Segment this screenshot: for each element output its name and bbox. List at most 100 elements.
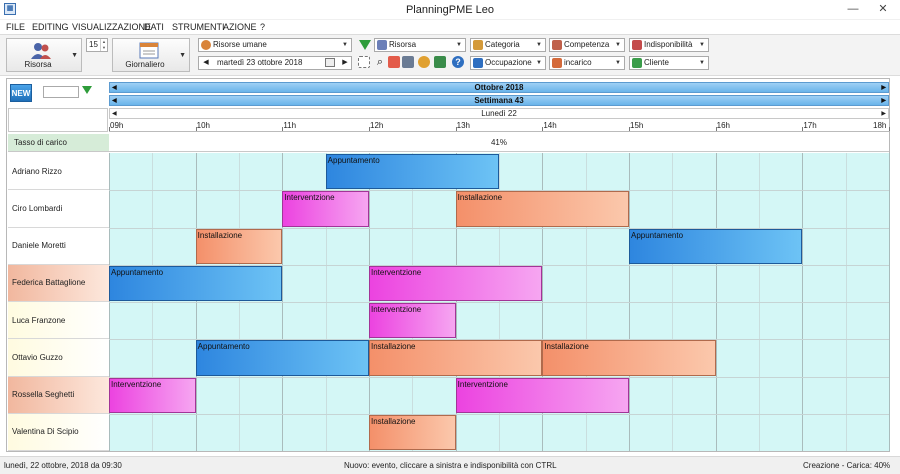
funnel-icon[interactable] bbox=[358, 38, 372, 52]
day-label: Lunedì 22 bbox=[481, 109, 517, 118]
hour-label: 14h bbox=[543, 121, 557, 130]
occupation-icon bbox=[473, 58, 483, 68]
interval-value: 15 bbox=[89, 40, 98, 49]
event-block[interactable]: Interventzione bbox=[282, 191, 369, 227]
month-header[interactable]: ◀ Ottobre 2018 ▶ bbox=[109, 82, 889, 93]
week-header[interactable]: ◀ Settimana 43 ▶ bbox=[109, 95, 889, 106]
next-week-icon[interactable]: ▶ bbox=[881, 96, 886, 106]
filter-competenza[interactable]: Competenza ▼ bbox=[549, 38, 625, 52]
status-hint: Nuovo: evento, cliccare a sinistra e ind… bbox=[344, 461, 557, 470]
event-block[interactable]: Interventzione bbox=[109, 377, 196, 413]
daily-view-label: Giornaliero bbox=[125, 60, 165, 69]
event-block[interactable]: Installazione bbox=[369, 414, 456, 450]
filter-occupazione[interactable]: Occupazione ▼ bbox=[470, 56, 546, 70]
menu-help[interactable]: ? bbox=[260, 22, 265, 32]
minimize-icon[interactable]: — bbox=[838, 0, 868, 20]
event-block[interactable]: Installazione bbox=[455, 191, 629, 227]
filter-risorsa[interactable]: Risorsa ▼ bbox=[374, 38, 466, 52]
hour-tick bbox=[455, 127, 457, 131]
stepper-arrows-icon[interactable]: ▲ ▼ bbox=[100, 39, 107, 51]
daily-view-button[interactable]: Giornaliero ▼ bbox=[112, 38, 190, 72]
hour-label: 10h bbox=[196, 121, 211, 130]
event-block[interactable]: Installazione bbox=[369, 340, 543, 376]
hour-label: 11h bbox=[283, 121, 297, 130]
next-day-icon[interactable]: ▶ bbox=[881, 109, 886, 119]
event-block[interactable]: Installazione bbox=[195, 228, 283, 264]
print-icon[interactable] bbox=[402, 56, 414, 68]
previous-day-icon[interactable]: ◀ bbox=[112, 109, 117, 119]
hour-tick bbox=[629, 127, 630, 131]
event-block[interactable]: Interventzione bbox=[369, 265, 543, 301]
resource-row-label[interactable]: Federica Battaglione bbox=[8, 264, 109, 302]
hour-tick bbox=[889, 127, 890, 131]
event-block[interactable]: Appuntamento bbox=[629, 228, 803, 264]
export-icon[interactable] bbox=[434, 56, 446, 68]
resource-row-label[interactable]: Ottavio Guzzo bbox=[8, 339, 109, 377]
previous-month-icon[interactable]: ◀ bbox=[112, 83, 117, 93]
client-icon bbox=[632, 58, 642, 68]
previous-week-icon[interactable]: ◀ bbox=[112, 96, 117, 106]
chart-icon[interactable] bbox=[418, 56, 430, 68]
event-block[interactable]: Appuntamento bbox=[195, 340, 369, 376]
resource-row-label[interactable]: Adriano Rizzo bbox=[8, 153, 109, 191]
hour-label: 09h bbox=[110, 121, 124, 130]
resource-row-label[interactable]: Rossella Seghetti bbox=[8, 376, 109, 414]
event-block[interactable]: Appuntamento bbox=[325, 154, 499, 190]
day-header[interactable]: ◀ Lunedì 22 ▶ bbox=[109, 108, 889, 119]
hour-tick bbox=[715, 127, 717, 131]
category-icon bbox=[473, 40, 483, 50]
menu-editing[interactable]: EDITING bbox=[32, 22, 69, 32]
previous-day-icon[interactable]: ◀ bbox=[200, 57, 212, 69]
next-day-icon[interactable]: ▶ bbox=[339, 57, 351, 69]
resource-row-label[interactable]: Daniele Moretti bbox=[8, 227, 109, 265]
resource-row-label[interactable]: Valentina Di Scipio bbox=[8, 413, 109, 451]
menu-file[interactable]: FILE bbox=[6, 22, 25, 32]
resource-row-label[interactable]: Luca Franzone bbox=[8, 302, 109, 340]
status-load: Creazione - Carica: 40% bbox=[803, 461, 891, 470]
add-event-icon[interactable] bbox=[388, 56, 400, 68]
help-icon[interactable]: ? bbox=[452, 56, 464, 68]
resource-view-button[interactable]: Risorsa ▼ bbox=[6, 38, 82, 72]
menu-azione[interactable]: AZIONE bbox=[223, 22, 257, 32]
hour-label: 17h bbox=[803, 121, 817, 130]
filter-competenza-label: Competenza bbox=[564, 40, 610, 49]
event-block[interactable]: Appuntamento bbox=[109, 265, 283, 301]
search-icon[interactable]: ⌕ bbox=[374, 56, 386, 68]
title-bar: ▦ PlanningPME Leo — ✕ bbox=[0, 0, 900, 20]
corner-cell bbox=[8, 108, 108, 132]
funnel-icon[interactable] bbox=[82, 86, 92, 94]
close-icon[interactable]: ✕ bbox=[868, 0, 898, 20]
interval-stepper[interactable]: 15 ▲ ▼ bbox=[86, 38, 108, 52]
menu-strumenti[interactable]: STRUMENTI bbox=[172, 22, 225, 32]
unavailability-icon bbox=[632, 40, 642, 50]
resource-type-value: Risorse umane bbox=[213, 40, 267, 49]
event-block[interactable]: Interventzione bbox=[455, 377, 629, 413]
filter-indisponibilita[interactable]: Indisponibilità ▼ bbox=[629, 38, 709, 52]
menu-visualizzazione[interactable]: VISUALIZZAZIONE bbox=[72, 22, 151, 32]
status-bar: lunedì, 22 ottobre, 2018 da 09:30 Nuovo:… bbox=[0, 456, 900, 474]
filter-cliente[interactable]: Cliente ▼ bbox=[629, 56, 709, 70]
window-title: PlanningPME Leo bbox=[405, 4, 495, 16]
new-event-button[interactable]: NEW bbox=[10, 84, 32, 102]
filter-incarico[interactable]: incarico ▼ bbox=[549, 56, 625, 70]
resource-row-label[interactable]: Ciro Lombardi bbox=[8, 190, 109, 228]
calendar-dropdown-icon[interactable] bbox=[325, 58, 335, 67]
menu-dati[interactable]: DATI bbox=[144, 22, 164, 32]
select-area-icon[interactable] bbox=[358, 56, 370, 68]
resource-filter-input[interactable] bbox=[43, 86, 79, 98]
month-label: Ottobre 2018 bbox=[474, 83, 524, 92]
schedule-grid[interactable]: Appuntamento Interventzione Installazione I… bbox=[109, 153, 890, 451]
planning-board: NEW ◀ Ottobre 2018 ▶ ◀ Settimana 43 ▶ ◀ … bbox=[6, 78, 890, 452]
chevron-down-icon: ▼ bbox=[179, 52, 186, 59]
event-block[interactable]: Interventzione bbox=[369, 303, 456, 339]
filter-categoria[interactable]: Categoria ▼ bbox=[470, 38, 546, 52]
resource-type-select[interactable]: Risorse umane ▼ bbox=[198, 38, 352, 52]
date-picker[interactable]: ◀ martedì 23 ottobre 2018 ▶ bbox=[198, 56, 352, 70]
event-block[interactable]: Installazione bbox=[542, 340, 716, 376]
chevron-down-icon: ▼ bbox=[615, 42, 621, 48]
filter-cliente-label: Cliente bbox=[644, 58, 669, 67]
next-month-icon[interactable]: ▶ bbox=[881, 83, 886, 93]
chevron-down-icon: ▼ bbox=[699, 60, 705, 66]
resource-icon bbox=[377, 40, 387, 50]
grid-line bbox=[889, 153, 890, 451]
